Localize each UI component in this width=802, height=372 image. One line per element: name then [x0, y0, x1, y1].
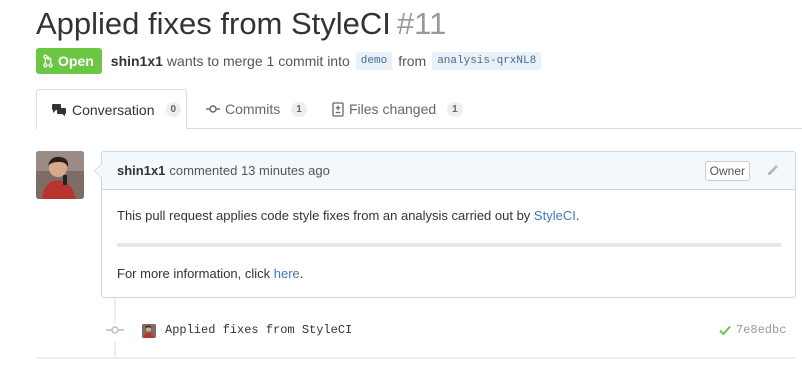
body-suffix: . [575, 208, 580, 223]
head-branch[interactable]: analysis-qrxNL8 [432, 52, 542, 70]
comment-author-link[interactable]: shin1x1 [117, 163, 165, 178]
tab-files-changed[interactable]: Files changed 1 [332, 89, 463, 129]
tab-files-count: 1 [447, 101, 463, 117]
pr-title-text: Applied fixes from StyleCI [36, 6, 391, 41]
tab-conversation-label: Conversation [72, 101, 155, 118]
edit-pencil-icon[interactable] [766, 163, 780, 180]
diff-icon [332, 101, 344, 117]
comment-box: shin1x1 commented 13 minutes ago Owner T… [94, 151, 796, 298]
comment-timestamp[interactable]: commented 13 minutes ago [169, 163, 329, 178]
info-suffix: . [299, 266, 304, 281]
comment-paragraph-1: This pull request applies code style fix… [117, 208, 579, 223]
pr-author-link[interactable]: shin1x1 [111, 53, 163, 69]
check-icon[interactable] [718, 323, 732, 342]
merge-text: wants to merge 1 commit into [166, 53, 350, 69]
tab-commits-count: 1 [291, 101, 307, 117]
commit-author-avatar[interactable] [142, 324, 156, 338]
state-label: Open [58, 53, 94, 69]
user-avatar-image [36, 151, 84, 199]
pr-meta: Open shin1x1 wants to merge 1 commit int… [36, 48, 547, 74]
avatar[interactable] [36, 151, 84, 199]
pr-tabs: Conversation 0 Commits 1 Files changed 1 [36, 89, 802, 130]
here-link[interactable]: here [274, 266, 300, 281]
tab-conversation-count: 0 [165, 102, 182, 117]
commit-row: Applied fixes from StyleCI 7e8edbc [106, 318, 796, 344]
pr-title: Applied fixes from StyleCI #11 [36, 6, 446, 42]
git-commit-icon [106, 323, 124, 342]
tab-commits[interactable]: Commits 1 [206, 89, 307, 129]
pr-number: #11 [396, 6, 447, 41]
timeline-bottom-divider [36, 357, 796, 359]
commit-message-link[interactable]: Applied fixes from StyleCI [165, 323, 352, 337]
styleci-link[interactable]: StyleCI [534, 208, 576, 223]
git-pull-request-icon [43, 54, 53, 68]
comment-paragraph-2: For more information, click here. [117, 266, 303, 281]
info-prefix: For more information, click [117, 266, 274, 281]
tab-conversation[interactable]: Conversation 0 [36, 89, 187, 130]
comment-header: shin1x1 commented 13 minutes ago Owner [102, 152, 795, 190]
from-text: from [398, 53, 427, 69]
comment-discussion-icon [52, 103, 66, 116]
tab-commits-label: Commits [225, 101, 281, 117]
tab-files-label: Files changed [349, 101, 437, 117]
state-badge: Open [36, 48, 102, 74]
base-branch[interactable]: demo [355, 52, 393, 70]
commit-sha-link[interactable]: 7e8edbc [736, 323, 786, 337]
body-prefix: This pull request applies code style fix… [117, 208, 534, 223]
comment-divider [117, 243, 781, 247]
owner-badge: Owner [704, 161, 750, 181]
git-commit-icon [206, 105, 220, 113]
